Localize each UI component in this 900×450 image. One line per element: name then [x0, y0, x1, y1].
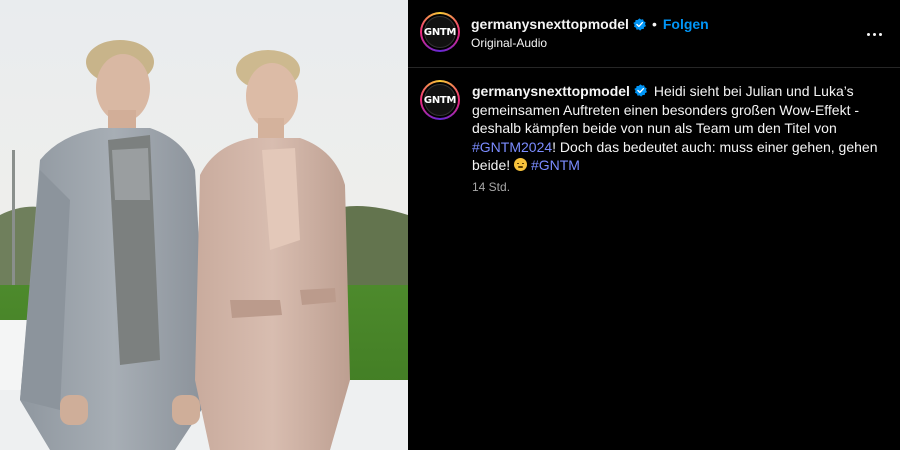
post-detail-panel: GNTM germanysnexttopmodel • Folgen Origi…	[408, 0, 900, 450]
avatar-logo: GNTM	[424, 84, 456, 116]
caption-avatar[interactable]: GNTM	[420, 80, 460, 120]
post-timestamp[interactable]: 14 Std.	[472, 180, 510, 194]
hashtag-gntm-link[interactable]: #GNTM	[531, 157, 580, 173]
avatar-logo: GNTM	[424, 16, 456, 48]
post-header: GNTM germanysnexttopmodel • Folgen Origi…	[408, 0, 900, 68]
verified-badge-icon	[634, 84, 647, 97]
more-options-icon[interactable]	[862, 22, 886, 46]
caption-username-link[interactable]: germanysnexttopmodel	[472, 83, 630, 99]
grimacing-face-emoji-icon	[514, 158, 528, 172]
follow-button[interactable]: Folgen	[663, 16, 709, 32]
username-link[interactable]: germanysnexttopmodel	[471, 16, 629, 32]
verified-badge-icon	[633, 17, 646, 31]
original-audio-link[interactable]: Original-Audio	[471, 36, 709, 50]
separator-dot: •	[651, 16, 657, 32]
account-avatar[interactable]: GNTM	[420, 12, 460, 52]
post-media-image[interactable]	[0, 0, 408, 450]
header-text: germanysnexttopmodel • Folgen Original-A…	[471, 14, 709, 50]
media-photo	[0, 0, 408, 450]
caption-text: germanysnexttopmodel Heidi sieht bei Jul…	[472, 82, 882, 175]
hashtag-gntm2024-link[interactable]: #GNTM2024	[472, 139, 552, 155]
